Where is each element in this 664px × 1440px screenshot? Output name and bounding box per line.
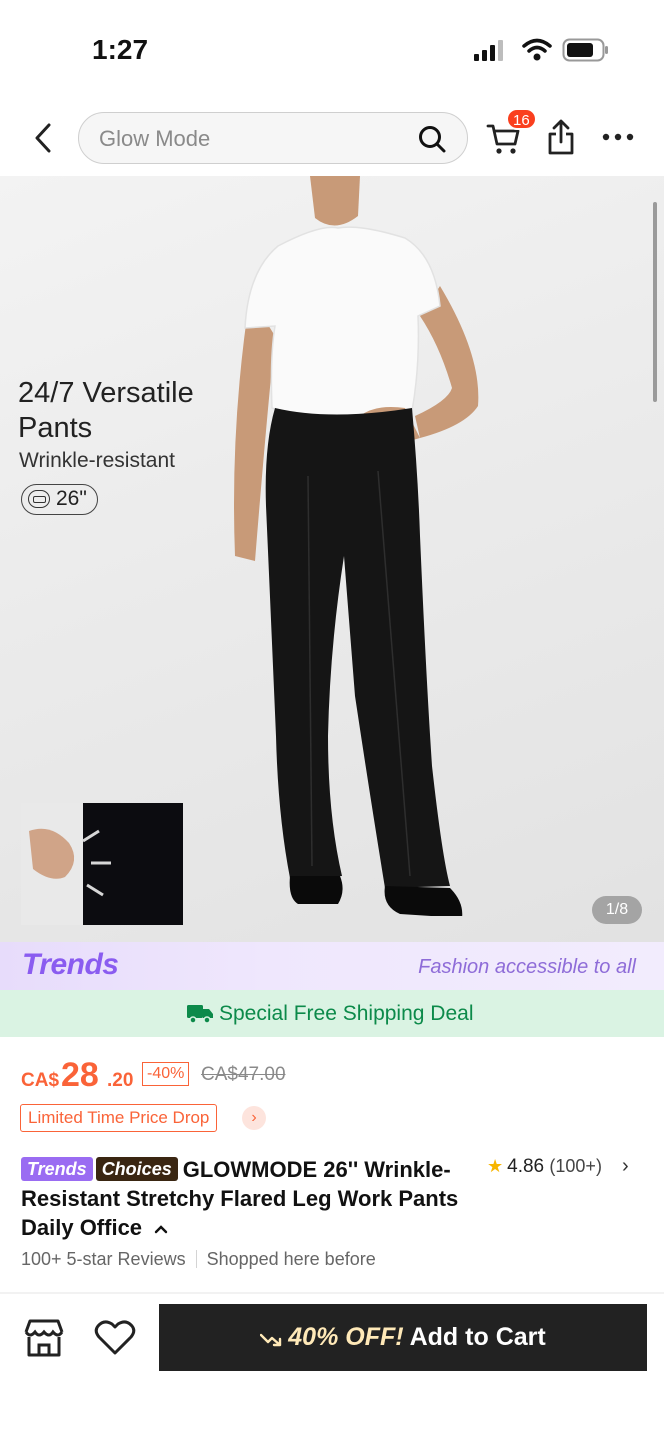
trends-logo: Trends [22,948,119,981]
review-count: (100+) [549,1156,602,1176]
search-placeholder: Glow Mode [99,126,211,151]
meta-divider [195,1250,197,1268]
status-bar: 1:27 [0,0,664,100]
original-price: CA$47.00 [201,1064,286,1085]
star-icon: ★ [487,1156,504,1176]
promo-label[interactable]: Limited Time Price Drop [20,1104,218,1132]
trends-tag: Trends [21,1157,93,1181]
shipping-text: Special Free Shipping Deal [219,1002,474,1025]
bottom-action-bar: 40% OFF! Add to Cart [0,1294,664,1440]
collapse-chevron-icon[interactable] [154,1224,168,1234]
more-options-icon[interactable] [602,133,634,141]
status-time: 1:27 [92,34,149,65]
truck-icon [187,1005,213,1024]
cta-label: Add to Cart [409,1323,546,1351]
battery-icon [562,38,608,62]
search-input[interactable]: Glow Mode [78,112,468,164]
discount-badge: -40% [142,1062,190,1086]
top-nav: Glow Mode 16 [0,100,664,176]
share-icon[interactable] [546,118,576,156]
add-to-cart-button[interactable]: 40% OFF! Add to Cart [159,1304,647,1371]
shipping-banner[interactable]: Special Free Shipping Deal [0,990,664,1037]
product-title-block: Trends Choices GLOWMODE 26'' Wrinkle-Resis… [21,1155,471,1242]
price-currency: CA$ [21,1070,60,1091]
cart-count-badge: 16 [506,108,537,130]
trends-tagline: Fashion accessible to all [418,956,636,978]
length-badge-text: 26" [56,487,87,510]
reviews-note: 100+ 5-star Reviews [21,1249,186,1269]
product-image-gallery[interactable]: 24/7 Versatile Pants Wrinkle-resistant 2… [0,176,664,942]
search-icon[interactable] [417,124,447,154]
length-badge: 26" [21,484,98,515]
price-decimals: .20 [107,1070,134,1091]
product-meta: 100+ 5-star Reviews Shopped here before [21,1249,376,1270]
hero-subtitle: Wrinkle-resistant [19,449,175,472]
fabric-detail-thumbnail[interactable] [21,803,183,925]
trend-down-icon [260,1333,282,1347]
price-integer: 28 [61,1056,99,1094]
signal-icon [474,40,503,61]
hero-headline: 24/7 Versatile Pants [18,377,194,444]
image-counter: 1/8 [592,896,642,924]
rating-value: 4.86 [507,1156,545,1177]
page-scrollbar[interactable] [653,202,657,402]
wifi-icon [522,38,552,61]
ruler-icon [28,490,50,508]
stretch-arrows-icon [29,828,111,897]
cta-discount: 40% OFF! [288,1323,404,1351]
store-icon[interactable] [22,1318,66,1358]
back-arrow-icon[interactable] [32,122,54,154]
choices-tag: Choices [95,1157,178,1181]
promo-chevron-icon[interactable]: › [242,1106,266,1130]
trends-banner[interactable]: Trends Fashion accessible to all [0,942,664,990]
rating-chevron-icon[interactable]: › [622,1155,629,1178]
rating-summary[interactable]: ★ 4.86 (100+) [487,1156,602,1178]
shopped-note: Shopped here before [206,1249,376,1269]
model-photo [234,176,479,916]
wishlist-heart-icon[interactable] [94,1320,136,1356]
